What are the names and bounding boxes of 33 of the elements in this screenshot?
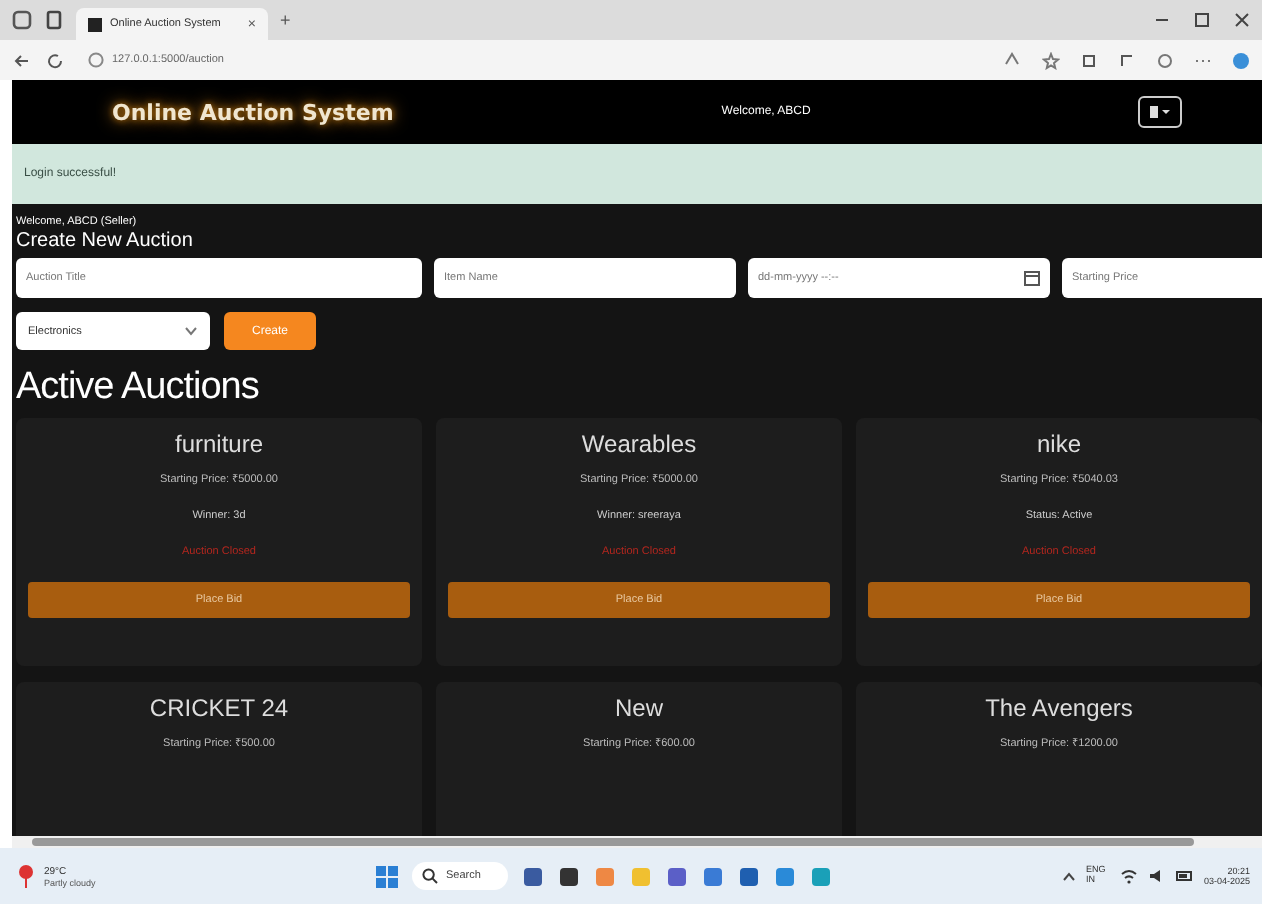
app-icon[interactable] — [522, 865, 544, 887]
app-icon[interactable] — [738, 865, 760, 887]
page-icon — [88, 17, 102, 31]
scrollbar-thumb[interactable] — [32, 838, 1194, 846]
menu-icon — [1148, 104, 1172, 120]
start-icon[interactable] — [376, 865, 398, 887]
form-heading: Create New Auction — [16, 230, 195, 252]
search-icon — [422, 868, 438, 884]
chevron-down-icon — [184, 326, 198, 336]
volume-icon[interactable] — [1147, 868, 1166, 884]
auction-title: furniture — [174, 430, 264, 458]
auction-title: Wearables — [581, 430, 697, 458]
auction-title: nike — [1036, 430, 1081, 458]
section-heading: Active Auctions — [16, 366, 261, 410]
app-icon[interactable] — [666, 865, 688, 887]
menu-button[interactable] — [1138, 96, 1182, 128]
wifi-icon[interactable] — [1119, 868, 1138, 884]
refresh-icon[interactable] — [46, 51, 64, 69]
maximize-icon[interactable] — [1194, 12, 1210, 28]
close-icon[interactable] — [1234, 12, 1250, 28]
auction-title: New — [614, 694, 663, 722]
horizontal-scrollbar[interactable] — [12, 836, 1262, 848]
brand-title[interactable]: Online Auction System — [100, 93, 406, 131]
auction-title: The Avengers — [985, 694, 1133, 722]
app-icon[interactable] — [558, 865, 580, 887]
auction-title: CRICKET 24 — [149, 694, 289, 722]
calendar-icon[interactable] — [1024, 270, 1040, 286]
battery-icon[interactable] — [1175, 868, 1194, 884]
star-icon[interactable] — [1042, 51, 1060, 69]
copilot-icon[interactable] — [1232, 51, 1250, 69]
chevron-up-icon[interactable] — [1061, 871, 1076, 881]
new-tab-button[interactable]: + — [280, 10, 291, 30]
back-icon[interactable] — [12, 51, 30, 69]
